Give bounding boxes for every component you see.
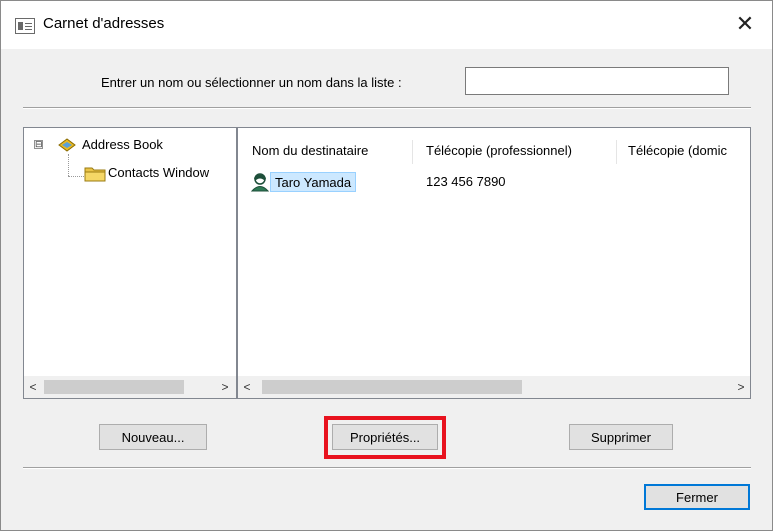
column-divider[interactable] — [616, 140, 617, 164]
tree-item-contacts[interactable]: Contacts Window — [108, 164, 234, 182]
search-input[interactable] — [465, 67, 729, 95]
window-title: Carnet d'adresses — [43, 15, 165, 32]
contact-name-cell[interactable]: Taro Yamada — [270, 172, 357, 192]
contacts-list-pane[interactable]: Nom du destinataire Télécopie (professio… — [237, 127, 751, 399]
column-divider[interactable] — [412, 140, 413, 164]
tree-connector-line — [68, 154, 69, 176]
address-book-dialog: Carnet d'adresses ✕ Entrer un nom ou sél… — [0, 0, 773, 531]
tree-item-address-book[interactable]: Address Book — [82, 136, 163, 154]
column-header-fax-work[interactable]: Télécopie (professionnel) — [426, 142, 572, 160]
title-bar: Carnet d'adresses ✕ — [1, 1, 772, 49]
scroll-right-arrow[interactable]: > — [216, 376, 234, 398]
delete-button[interactable]: Supprimer — [569, 424, 673, 450]
collapse-expander[interactable]: ⊟ — [34, 140, 43, 149]
close-icon[interactable]: ✕ — [725, 7, 765, 41]
properties-highlight-frame — [324, 416, 446, 459]
scroll-left-arrow[interactable]: < — [238, 376, 256, 398]
close-button[interactable]: Fermer — [644, 484, 750, 510]
tree-connector-line — [68, 176, 84, 177]
column-header-name[interactable]: Nom du destinataire — [252, 142, 368, 160]
folder-icon — [84, 167, 106, 182]
contact-fax-cell: 123 456 7890 — [426, 174, 506, 189]
top-separator — [23, 107, 751, 109]
address-book-icon — [58, 138, 76, 152]
new-button[interactable]: Nouveau... — [99, 424, 207, 450]
scroll-thumb[interactable] — [262, 380, 522, 394]
folder-tree-pane[interactable]: ⊟ Address Book Contacts Window < > — [23, 127, 237, 399]
contact-person-icon — [250, 173, 270, 192]
bottom-separator — [23, 467, 751, 469]
search-label: Entrer un nom ou sélectionner un nom dan… — [101, 75, 402, 90]
tree-horizontal-scrollbar[interactable]: < > — [24, 376, 236, 398]
column-header-fax-home[interactable]: Télécopie (domic — [628, 142, 750, 160]
address-book-window-icon — [15, 18, 35, 34]
scroll-thumb[interactable] — [44, 380, 184, 394]
scroll-left-arrow[interactable]: < — [24, 376, 42, 398]
scroll-right-arrow[interactable]: > — [732, 376, 750, 398]
list-horizontal-scrollbar[interactable]: < > — [238, 376, 750, 398]
